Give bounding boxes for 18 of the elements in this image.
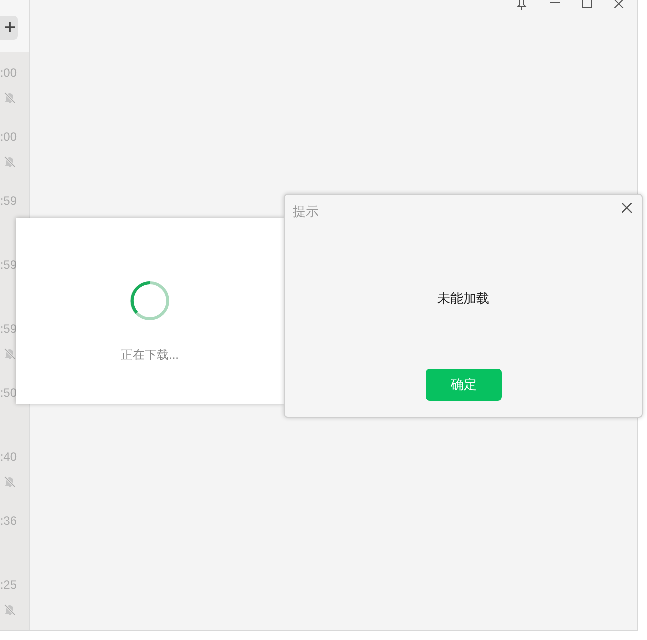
chat-time: :59 bbox=[0, 257, 17, 273]
chat-time: :59 bbox=[0, 321, 17, 337]
minimize-icon[interactable] bbox=[550, 2, 560, 4]
loading-spinner-icon bbox=[129, 280, 171, 322]
chat-time: :25 bbox=[0, 577, 17, 593]
chat-time: :36 bbox=[0, 513, 17, 529]
chat-time: :00 bbox=[0, 65, 17, 81]
loading-message: 正在下载... bbox=[120, 347, 179, 364]
dialog-title: 提示 bbox=[293, 203, 319, 221]
pin-icon[interactable] bbox=[516, 0, 528, 10]
close-icon[interactable] bbox=[614, 0, 624, 8]
chat-time: :59 bbox=[0, 193, 17, 209]
chat-time: :00 bbox=[0, 129, 17, 145]
dialog-message: 未能加载 bbox=[436, 290, 490, 308]
add-button[interactable]: + bbox=[0, 16, 18, 40]
close-icon[interactable] bbox=[622, 203, 632, 213]
chat-time: :40 bbox=[0, 449, 17, 465]
maximize-icon[interactable] bbox=[582, 0, 592, 8]
